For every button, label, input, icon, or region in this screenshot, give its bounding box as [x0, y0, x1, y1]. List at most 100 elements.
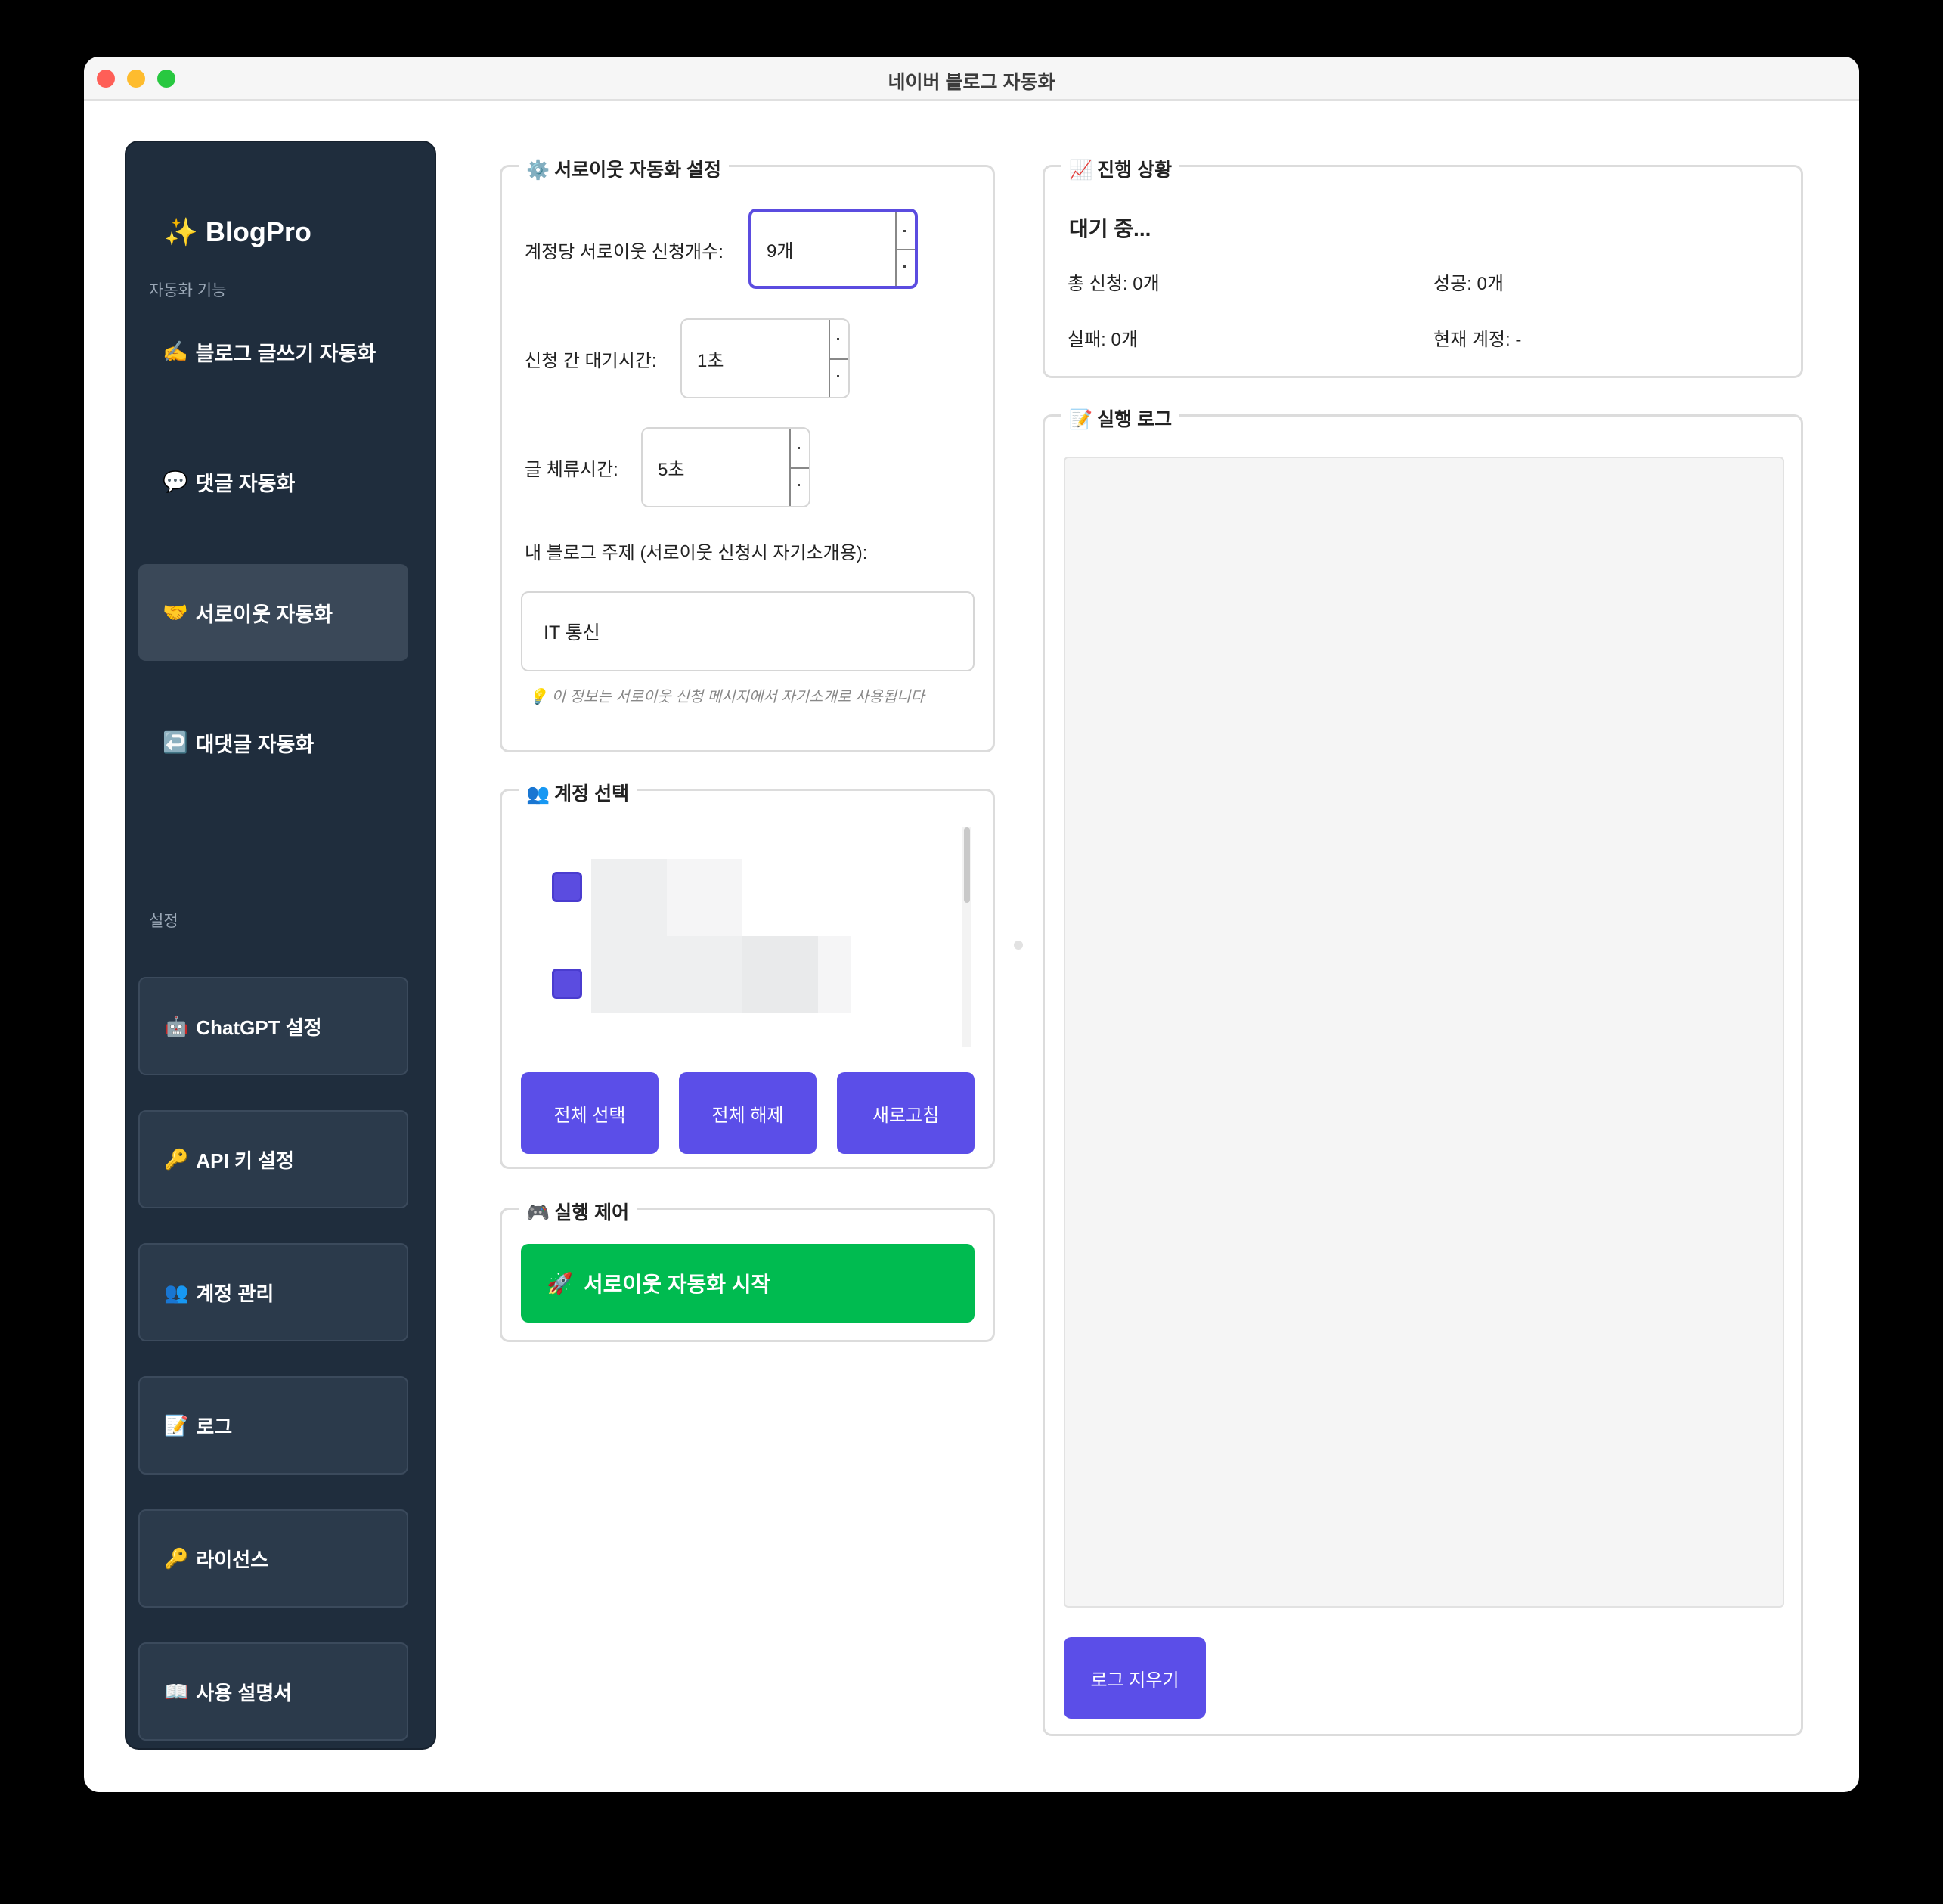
- light-bulb-icon: 💡: [528, 689, 547, 705]
- account-list-scrollbar[interactable]: [962, 827, 972, 1047]
- success-count: 성공: 0개: [1433, 274, 1504, 294]
- topic-hint: 💡 이 정보는 서로이웃 신청 메시지에서 자기소개로 사용됩니다: [528, 684, 925, 706]
- people-icon: 👥: [164, 1280, 189, 1304]
- group-title-text: 실행 로그: [1097, 409, 1173, 430]
- progress-status: 대기 중...: [1069, 217, 1151, 240]
- group-title: 🎮 실행 제어: [519, 1198, 637, 1225]
- account-name-redacted: [591, 859, 667, 936]
- wait-time-label: 신청 간 대기시간:: [525, 351, 657, 371]
- sparkles-icon: ✨: [164, 216, 198, 247]
- settings-item-api-key[interactable]: 🔑 API 키 설정: [138, 1110, 408, 1208]
- scrollbar-thumb[interactable]: [964, 827, 970, 903]
- settings-item-label: 계정 관리: [196, 1282, 274, 1305]
- group-title-text: 계정 선택: [554, 783, 630, 805]
- writing-hand-icon: ✍️: [163, 340, 188, 363]
- chart-increasing-icon: 📈: [1069, 160, 1093, 181]
- settings-item-accounts[interactable]: 👥 계정 관리: [138, 1243, 408, 1341]
- progress-group: 📈 진행 상황 대기 중... 총 신청: 0개 성공: 0개 실패: 0개 현재…: [1043, 155, 1803, 378]
- refresh-button[interactable]: 새로고침: [837, 1072, 975, 1154]
- automation-section-label: 자동화 기능: [149, 282, 227, 299]
- account-name-redacted: [667, 936, 742, 1013]
- handshake-icon: 🤝: [163, 601, 188, 624]
- spinbox-arrows[interactable]: [829, 320, 848, 397]
- group-title-text: 서로이웃 자동화 설정: [554, 160, 722, 181]
- gear-icon: ⚙️: [526, 160, 550, 181]
- start-button-label: 서로이웃 자동화 시작: [583, 1273, 771, 1296]
- account-checkbox[interactable]: [552, 969, 582, 999]
- sidebar: ✨ BlogPro 자동화 기능 ✍️ 블로그 글쓰기 자동화 💬 댓글 자동화…: [126, 142, 435, 1748]
- run-control-group: 🎮 실행 제어 🚀 서로이웃 자동화 시작: [500, 1198, 995, 1342]
- nav-item-label: 서로이웃 자동화: [195, 603, 333, 626]
- rocket-icon: 🚀: [547, 1271, 573, 1295]
- settings-item-label: 사용 설명서: [196, 1681, 293, 1704]
- run-log-group: 📝 실행 로그 로그 지우기: [1043, 405, 1803, 1736]
- memo-icon: 📝: [1069, 409, 1093, 430]
- key-icon: 🔑: [164, 1147, 189, 1171]
- brand-label: BlogPro: [205, 216, 311, 247]
- nav-item-neighbor[interactable]: 🤝 서로이웃 자동화: [138, 564, 408, 661]
- memo-icon: 📝: [164, 1413, 189, 1437]
- nav-item-label: 블로그 글쓰기 자동화: [195, 342, 377, 365]
- deselect-all-button[interactable]: 전체 해제: [679, 1072, 817, 1154]
- title-bar: 네이버 블로그 자동화: [84, 57, 1859, 101]
- settings-item-chatgpt[interactable]: 🤖 ChatGPT 설정: [138, 977, 408, 1075]
- account-name-redacted: [742, 936, 818, 1013]
- stay-time-spinbox[interactable]: 5초: [641, 427, 810, 507]
- nav-item-label: 댓글 자동화: [195, 472, 296, 495]
- account-select-group: 👥 계정 선택 전체 선택 전체 해제 새로고침: [500, 779, 995, 1169]
- neighbor-settings-group: ⚙️ 서로이웃 자동화 설정 계정당 서로이웃 신청개수: 9개 신청 간 대기시…: [500, 155, 995, 752]
- window-title: 네이버 블로그 자동화: [888, 72, 1055, 93]
- settings-item-label: API 키 설정: [196, 1149, 294, 1172]
- open-book-icon: 📖: [164, 1679, 189, 1703]
- clear-log-button[interactable]: 로그 지우기: [1064, 1637, 1206, 1719]
- group-title: 📝 실행 로그: [1061, 405, 1180, 432]
- spinbox-value: 5초: [658, 459, 685, 480]
- people-icon: 👥: [526, 783, 550, 805]
- robot-icon: 🤖: [164, 1014, 189, 1037]
- spinbox-arrows[interactable]: [895, 212, 915, 286]
- blog-topic-label: 내 블로그 주제 (서로이웃 신청시 자기소개용):: [525, 543, 868, 563]
- log-text-area[interactable]: [1064, 457, 1784, 1608]
- nav-item-reply[interactable]: ↩️ 대댓글 자동화: [138, 694, 408, 791]
- hint-text: 이 정보는 서로이웃 신청 메시지에서 자기소개로 사용됩니다: [551, 689, 925, 705]
- settings-item-license[interactable]: 🔑 라이선스: [138, 1509, 408, 1608]
- wait-time-spinbox[interactable]: 1초: [680, 318, 850, 398]
- account-checkbox[interactable]: [552, 872, 582, 902]
- key-icon: 🔑: [164, 1546, 189, 1570]
- game-controller-icon: 🎮: [526, 1202, 550, 1223]
- group-title: 👥 계정 선택: [519, 779, 637, 806]
- current-account: 현재 계정: -: [1433, 330, 1522, 350]
- app-window: 네이버 블로그 자동화 ✨ BlogPro 자동화 기능 ✍️ 블로그 글쓰기 …: [84, 57, 1859, 1792]
- settings-item-label: ChatGPT 설정: [196, 1016, 322, 1039]
- spinbox-arrows[interactable]: [789, 429, 809, 506]
- return-arrow-icon: ↩️: [163, 731, 188, 754]
- speech-bubble-icon: 💬: [163, 470, 188, 493]
- request-count-spinbox[interactable]: 9개: [748, 209, 918, 289]
- spinbox-value: 9개: [767, 240, 794, 262]
- group-title-text: 실행 제어: [554, 1202, 630, 1223]
- nav-item-comment[interactable]: 💬 댓글 자동화: [138, 433, 408, 530]
- stay-time-label: 글 체류시간:: [525, 460, 618, 480]
- request-count-label: 계정당 서로이웃 신청개수:: [525, 242, 724, 262]
- account-name-redacted: [667, 859, 742, 936]
- account-name-redacted: [818, 936, 851, 1013]
- nav-item-blog-writing[interactable]: ✍️ 블로그 글쓰기 자동화: [138, 303, 408, 400]
- group-title: ⚙️ 서로이웃 자동화 설정: [519, 155, 730, 182]
- account-name-redacted: [591, 936, 667, 1013]
- group-title-text: 진행 상황: [1097, 160, 1173, 181]
- select-all-button[interactable]: 전체 선택: [521, 1072, 659, 1154]
- nav-item-label: 대댓글 자동화: [195, 733, 315, 756]
- blog-topic-input[interactable]: IT 통신: [521, 591, 975, 671]
- group-title: 📈 진행 상황: [1061, 155, 1180, 182]
- total-requests: 총 신청: 0개: [1068, 274, 1160, 294]
- settings-item-manual[interactable]: 📖 사용 설명서: [138, 1642, 408, 1741]
- settings-item-label: 로그: [196, 1415, 233, 1438]
- splitter-handle[interactable]: [1014, 941, 1023, 950]
- brand: ✨ BlogPro: [164, 216, 311, 248]
- settings-section-label: 설정: [149, 913, 178, 930]
- settings-item-label: 라이선스: [196, 1548, 269, 1571]
- spinbox-value: 1초: [697, 350, 724, 371]
- start-automation-button[interactable]: 🚀 서로이웃 자동화 시작: [521, 1244, 975, 1323]
- settings-item-log[interactable]: 📝 로그: [138, 1376, 408, 1475]
- fail-count: 실패: 0개: [1068, 330, 1138, 350]
